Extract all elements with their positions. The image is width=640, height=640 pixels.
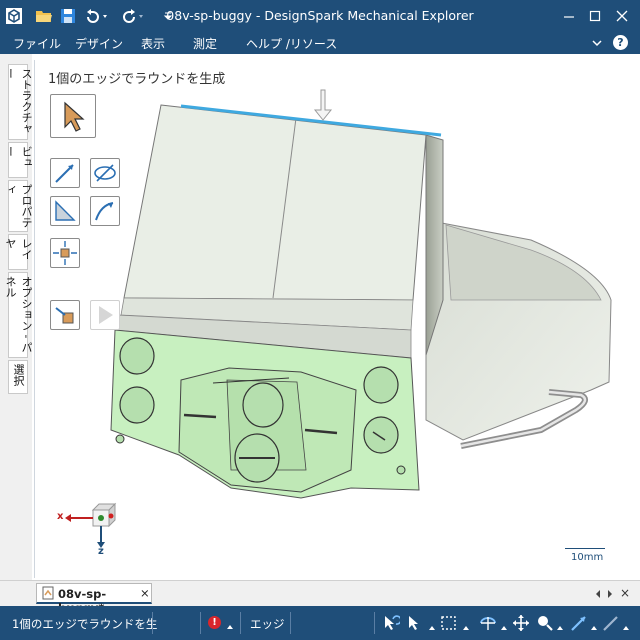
transform-icon[interactable] <box>602 614 620 635</box>
hole-bottom-left <box>119 386 155 424</box>
rear-cavity <box>445 224 602 301</box>
box-select-dropdown-icon[interactable] <box>462 620 470 634</box>
orbit-icon[interactable] <box>478 614 498 635</box>
ribbon-collapse-icon[interactable] <box>592 37 602 51</box>
menu-bar: ファイル デザイン 表示 測定 ヘルプ /リソース ? <box>0 32 640 54</box>
move-icon <box>55 307 74 324</box>
doc-tab-close-icon[interactable]: × <box>140 586 150 600</box>
status-separator <box>290 612 291 634</box>
curve-icon <box>95 202 114 221</box>
transform-dropdown-icon[interactable] <box>622 620 630 634</box>
hole-top-left <box>119 337 155 375</box>
fillet-tool-button[interactable] <box>50 196 80 226</box>
menu-help-resources[interactable]: ヘルプ /リソース <box>246 35 337 52</box>
document-tab-bar: 08v-sp-buggy* × × <box>0 580 640 615</box>
curve-tool-button[interactable] <box>90 196 120 226</box>
status-separator <box>200 612 201 634</box>
triad-z-label: z <box>98 546 104 557</box>
status-message: 1個のエッジでラウンドを生 <box>12 617 158 631</box>
error-dropdown-icon[interactable] <box>226 619 234 633</box>
status-separator <box>152 612 153 634</box>
window-title: 08v-sp-buggy - DesignSpark Mechanical Ex… <box>166 8 474 23</box>
hole-top-right <box>363 366 399 404</box>
hole-bottom-right <box>363 416 399 454</box>
error-icon[interactable]: ! <box>208 616 221 629</box>
help-icon[interactable]: ? <box>613 35 628 50</box>
line-tool-button[interactable] <box>50 158 80 188</box>
fillet-icon <box>55 200 76 221</box>
design-viewport[interactable]: 10mm x z <box>34 60 633 578</box>
status-separator <box>374 612 375 634</box>
menu-design[interactable]: デザイン <box>75 35 123 52</box>
tab-structure[interactable]: ストラクチャー <box>4 64 33 140</box>
side-panel-tabs: ストラクチャー ビュー プロパティ レイヤ オプション - パネル 選択 <box>0 54 33 580</box>
tab-scroll-left-icon[interactable] <box>594 588 602 602</box>
rotate-tool-button[interactable] <box>90 158 120 188</box>
select-dropdown-icon[interactable] <box>428 620 436 634</box>
cursor-arrow-icon <box>64 101 85 132</box>
menu-view[interactable]: 表示 <box>141 35 165 52</box>
select-cursor-icon[interactable] <box>406 614 420 635</box>
menu-measure[interactable]: 測定 <box>193 35 217 52</box>
close-window-button[interactable] <box>609 4 635 28</box>
tab-close-all-icon[interactable]: × <box>620 586 630 600</box>
scale-label: 10mm <box>571 552 604 563</box>
doc-tab-08v-sp-buggy[interactable]: 08v-sp-buggy* × <box>36 583 152 615</box>
zoom-icon[interactable] <box>536 614 554 635</box>
play-tool-button[interactable] <box>90 300 120 330</box>
edge-pointer-arrow <box>313 89 333 121</box>
menu-file[interactable]: ファイル <box>13 35 61 52</box>
model-view[interactable] <box>35 60 633 578</box>
maximize-button[interactable] <box>582 4 608 28</box>
small-hole-right <box>396 465 406 475</box>
triad-x-label: x <box>57 511 64 522</box>
upper-panel <box>123 104 427 301</box>
tab-view[interactable]: ビュー <box>4 142 33 178</box>
status-separator <box>240 612 241 634</box>
select-tool-button[interactable] <box>50 94 96 138</box>
rotate-icon <box>94 164 116 182</box>
orientation-triad[interactable]: x z <box>53 500 123 560</box>
box-select-icon[interactable] <box>440 614 458 635</box>
line-icon <box>55 164 74 183</box>
zoom-dropdown-icon[interactable] <box>556 620 564 634</box>
explode-tool-button[interactable] <box>50 238 80 268</box>
tab-scroll-right-icon[interactable] <box>606 588 614 602</box>
hole-center-top <box>242 382 284 428</box>
tool-hint: 1個のエッジでラウンドを生成 <box>48 72 226 87</box>
tab-selection[interactable]: 選択 <box>8 360 28 394</box>
pan-icon[interactable] <box>512 614 530 635</box>
document-icon <box>41 586 55 603</box>
play-icon <box>99 306 113 324</box>
tab-layers[interactable]: レイヤ <box>4 234 33 270</box>
tab-properties[interactable]: プロパティ <box>4 180 33 232</box>
minimize-button[interactable] <box>556 4 582 28</box>
measure-dropdown-icon[interactable] <box>590 620 598 634</box>
undo-select-icon[interactable] <box>382 614 402 635</box>
title-bar: 08v-sp-buggy - DesignSpark Mechanical Ex… <box>0 0 640 32</box>
small-hole-left <box>115 434 125 444</box>
explode-icon <box>53 241 77 265</box>
selection-mode[interactable]: エッジ <box>250 616 285 632</box>
status-bar: 1個のエッジでラウンドを生 ! エッジ <box>0 606 640 640</box>
move-tool-button[interactable] <box>50 300 80 330</box>
orbit-dropdown-icon[interactable] <box>500 620 508 634</box>
tab-options-panel[interactable]: オプション - パネル <box>4 272 33 358</box>
scale-bar <box>565 548 605 549</box>
measure-icon[interactable] <box>570 614 588 635</box>
